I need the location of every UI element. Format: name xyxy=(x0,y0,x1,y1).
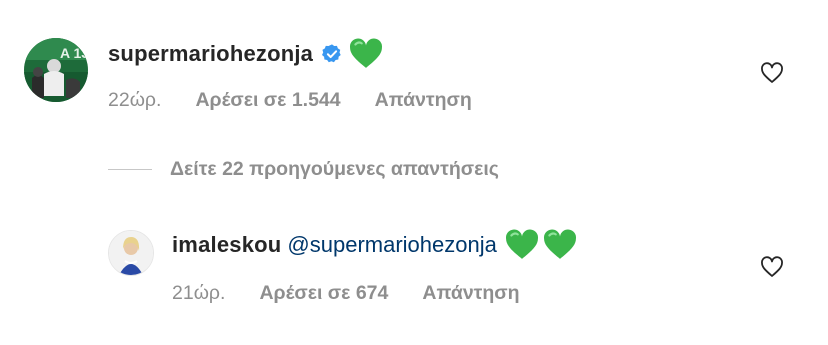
green-heart-emoji xyxy=(505,229,539,261)
verified-badge-icon xyxy=(321,43,343,65)
svg-text:A 13: A 13 xyxy=(60,45,88,61)
timestamp[interactable]: 22ώρ. xyxy=(108,88,161,112)
comment-meta: 21ώρ. Αρέσει σε 674 Απάντηση xyxy=(172,281,520,305)
comment-meta: 22ώρ. Αρέσει σε 1.544 Απάντηση xyxy=(108,88,472,112)
green-heart-emoji xyxy=(349,38,383,70)
username[interactable]: supermariohezonja xyxy=(108,40,313,68)
like-heart-icon[interactable] xyxy=(760,62,784,84)
reply-button[interactable]: Απάντηση xyxy=(375,88,472,112)
avatar[interactable]: A 13 xyxy=(24,38,88,102)
likes-count[interactable]: Αρέσει σε 674 xyxy=(259,281,388,305)
reply-button[interactable]: Απάντηση xyxy=(422,281,519,305)
like-heart-icon[interactable] xyxy=(760,256,784,278)
likes-count[interactable]: Αρέσει σε 1.544 xyxy=(195,88,340,112)
comment-line: imaleskou @supermariohezonja xyxy=(172,229,577,261)
timestamp[interactable]: 21ώρ. xyxy=(172,281,225,305)
username[interactable]: imaleskou xyxy=(172,231,281,259)
view-previous-replies-label: Δείτε 22 προηγούμενες απαντήσεις xyxy=(170,158,499,180)
mention-link[interactable]: @supermariohezonja xyxy=(287,231,496,259)
avatar[interactable] xyxy=(108,230,154,276)
green-heart-emoji xyxy=(543,229,577,261)
divider xyxy=(108,169,152,170)
view-previous-replies[interactable]: Δείτε 22 προηγούμενες απαντήσεις xyxy=(108,158,499,181)
comment-line: supermariohezonja xyxy=(108,38,383,70)
